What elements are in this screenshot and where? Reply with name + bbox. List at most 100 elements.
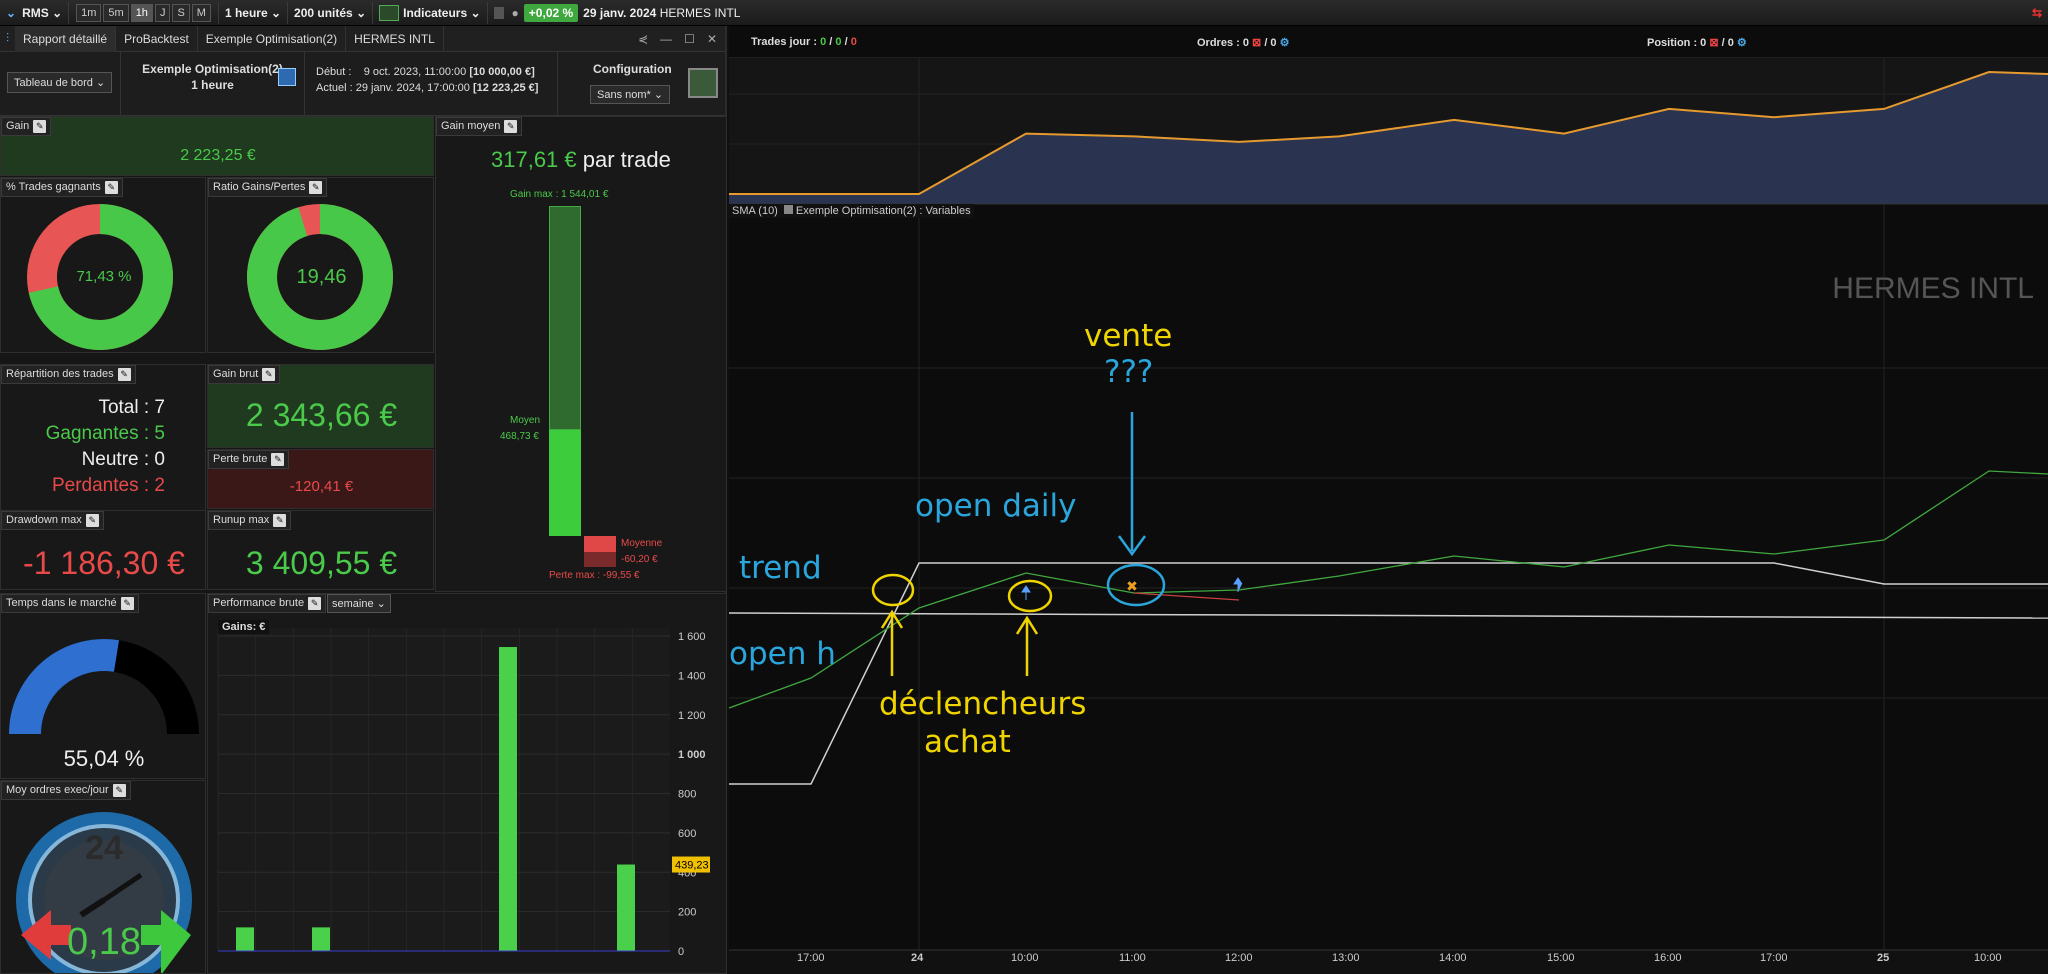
ratio-panel: Ratio Gains/Pertes ✎ 19,46 xyxy=(207,177,434,353)
wrench-icon[interactable]: ✎ xyxy=(104,181,118,194)
wrench-icon[interactable]: ✎ xyxy=(273,514,287,527)
perf-brute-panel: Performance brute ✎ semaine ⌄ 1 600 1 400 1… xyxy=(207,593,727,974)
units-select[interactable]: 200 unités ⌄ xyxy=(288,1,374,24)
view-select[interactable]: Tableau de bord ⌄ xyxy=(7,72,113,93)
runup-value: 3 409,55 € xyxy=(245,545,398,581)
wrench-icon[interactable]: ✎ xyxy=(120,597,134,610)
config-select[interactable]: Sans nom* ⌄ xyxy=(590,85,671,104)
perf-brute-title: Performance brute ✎ xyxy=(208,594,327,613)
moy-ordres-value: 0,18 xyxy=(67,921,141,963)
change-badge: +0,02 % xyxy=(523,3,579,22)
winning-trades: Gagnantes : 5 xyxy=(45,423,165,444)
wrench-icon[interactable]: ✎ xyxy=(117,368,131,381)
gain-brut-value: 2 343,66 € xyxy=(245,397,398,433)
date-range: Début : 9 oct. 2023, 11:00:00 [10 000,00… xyxy=(316,64,538,96)
neg-avg-value: -60,20 € xyxy=(621,554,658,565)
buy-marker-icon xyxy=(1021,585,1031,600)
wrench-icon[interactable]: ✎ xyxy=(33,120,47,133)
tf-1h-button[interactable]: 1h xyxy=(130,3,153,22)
edit-icon[interactable] xyxy=(278,68,296,86)
trades-gagnants-value: 71,43 % xyxy=(76,268,132,285)
current-value: 29 janv. 2024, 17:00:00 xyxy=(355,82,470,94)
info-icon[interactable] xyxy=(493,6,504,19)
wrench-icon[interactable]: ✎ xyxy=(262,368,276,381)
config-settings-icon[interactable] xyxy=(688,68,718,98)
perf-period-select[interactable]: semaine ⌄ xyxy=(327,594,391,613)
config-area: Configuration Sans nom* ⌄ xyxy=(557,52,727,116)
trades-gagnants-title: % Trades gagnants ✎ xyxy=(1,178,123,197)
wrench-icon[interactable]: ✎ xyxy=(308,597,322,610)
status-dot-icon: ● xyxy=(511,5,519,20)
tf-1m-button[interactable]: 1m xyxy=(76,3,102,22)
refresh-icon[interactable]: ⇆ xyxy=(2032,6,2042,20)
tools-icon[interactable]: ⫶ xyxy=(0,31,15,46)
losing-trades: Perdantes : 2 xyxy=(51,475,165,496)
wrench-icon[interactable]: ✎ xyxy=(309,181,323,194)
bar xyxy=(236,927,254,951)
bar xyxy=(617,864,635,951)
chevron-down-icon: ⌄ xyxy=(6,5,17,20)
drawdown-value: -1 186,30 € xyxy=(23,545,185,581)
instrument-info: ● +0,02 % 29 janv. 2024 HERMES INTL xyxy=(488,2,747,24)
tf-s-button[interactable]: S xyxy=(172,3,190,22)
tab-bar: ⫶ Rapport détaillé ProBacktest Exemple O… xyxy=(0,25,725,52)
minimize-icon[interactable]: — xyxy=(660,32,672,46)
gain-avg-bar xyxy=(549,430,581,536)
perf-chart-label: Gains: € xyxy=(218,620,270,634)
wrench-icon[interactable]: ✎ xyxy=(504,120,518,133)
neg-avg-label: Moyenne xyxy=(621,538,663,549)
wrench-icon[interactable]: ✎ xyxy=(271,453,285,466)
gain-brut-title: Gain brut ✎ xyxy=(208,365,281,384)
avg-value: 468,73 € xyxy=(500,431,539,442)
runup-title-label: Runup max xyxy=(213,514,270,526)
tf-5m-button[interactable]: 5m xyxy=(103,3,129,22)
tab-exemple-optimisation[interactable]: Exemple Optimisation(2) xyxy=(198,25,347,52)
share-icon[interactable]: ⋞ xyxy=(638,32,648,46)
drawdown-title-label: Drawdown max xyxy=(6,514,82,526)
bar xyxy=(312,927,330,951)
close-icon[interactable]: ✕ xyxy=(707,32,717,46)
perf-brute-title-label: Performance brute xyxy=(213,597,305,609)
wrench-icon[interactable]: ✎ xyxy=(85,514,99,527)
tab-probacktest[interactable]: ProBacktest xyxy=(116,25,198,52)
view-select-label: Tableau de bord xyxy=(14,77,93,89)
tab-rapport-detaille[interactable]: Rapport détaillé xyxy=(15,25,117,52)
backtest-dashboard: ⫶ Rapport détaillé ProBacktest Exemple O… xyxy=(0,25,727,974)
units-label: 200 unités xyxy=(294,5,353,20)
gain-moyen-panel: Gain moyen ✎ 317,61 € par trade Gain max … xyxy=(435,116,727,592)
gain-moyen-suffix: par trade xyxy=(582,147,671,172)
rms-menu[interactable]: ⌄ RMS ⌄ xyxy=(0,1,70,24)
gain-value: 2 223,25 € xyxy=(180,147,256,164)
wrench-icon[interactable]: ✎ xyxy=(112,784,126,797)
dial-number: 24 xyxy=(85,829,123,867)
current-capital: [12 223,25 €] xyxy=(472,82,539,94)
ratio-title: Ratio Gains/Pertes ✎ xyxy=(208,178,328,197)
trigger-circle-2 xyxy=(1007,579,1053,613)
tf-j-button[interactable]: J xyxy=(154,3,171,22)
indicators-icon xyxy=(379,4,400,21)
config-label: Configuration xyxy=(593,62,672,76)
drawdown-panel: Drawdown max ✎ -1 186,30 € xyxy=(0,510,206,590)
gain-moyen-title: Gain moyen ✎ xyxy=(436,117,523,136)
gauge-fill xyxy=(9,639,120,735)
drawdown-title: Drawdown max ✎ xyxy=(1,511,104,530)
perte-brute-value: -120,41 € xyxy=(289,478,354,495)
total-trades: Total : 7 xyxy=(98,397,165,418)
avg-label: Moyen xyxy=(510,415,541,426)
repartition-panel: Répartition des trades ✎ Total : 7 Gagnan… xyxy=(0,364,206,534)
top-toolbar: ⌄ RMS ⌄ 1m 5m 1h J S M 1 heure ⌄ 200 unit… xyxy=(0,0,2048,26)
moy-ordres-panel: Moy ordres exec/jour ✎ 24 0,18 xyxy=(0,780,206,974)
maximize-icon[interactable]: ☐ xyxy=(684,32,695,46)
indicators-menu[interactable]: Indicateurs ⌄ xyxy=(373,1,488,24)
moy-ordres-title-label: Moy ordres exec/jour xyxy=(6,784,109,796)
strategy-header: Tableau de bord ⌄ Exemple Optimisation(2… xyxy=(0,52,725,116)
current-label: Actuel : xyxy=(316,82,353,94)
bar xyxy=(499,647,517,951)
tab-hermes[interactable]: HERMES INTL xyxy=(346,25,444,52)
period-select[interactable]: 1 heure ⌄ xyxy=(219,1,289,24)
rms-label: RMS xyxy=(22,5,49,20)
tf-m-button[interactable]: M xyxy=(191,3,211,22)
strategy-period: 1 heure xyxy=(191,78,234,92)
y-tick-label: 1 400 xyxy=(678,670,706,682)
start-capital: [10 000,00 €] xyxy=(469,66,535,78)
